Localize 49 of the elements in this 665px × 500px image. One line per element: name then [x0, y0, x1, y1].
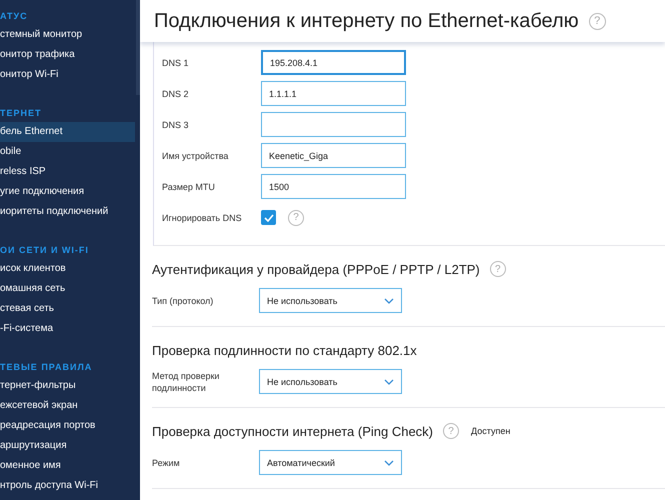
sidebar-item[interactable]: реадресация портов	[0, 416, 135, 436]
sidebar-item[interactable]: ежсетевой экран	[0, 396, 135, 416]
chevron-down-icon	[384, 298, 394, 304]
sidebar-item[interactable]: онитор Wi-Fi	[0, 65, 135, 85]
input-field[interactable]: 1500	[261, 174, 406, 199]
sidebar-item[interactable]: угие подключения	[0, 182, 135, 202]
field-label: DNS 1	[162, 56, 190, 68]
field-label: DNS 3	[162, 118, 190, 130]
field-label: Размер MTU	[162, 180, 216, 192]
sidebar-item[interactable]: бель Ethernet	[0, 122, 135, 142]
section-title: Аутентификация у провайдера (PPPoE / PPTP / L2TP)	[152, 262, 480, 276]
sidebar-item[interactable]: стевая сеть	[0, 299, 135, 319]
sidebar-item[interactable]: тернет-фильтры	[0, 376, 135, 396]
section-title: Проверка подлинности по стандарту 802.1x	[152, 342, 417, 358]
chevron-down-icon	[384, 378, 394, 384]
input-field[interactable]: Keenetic_Giga	[261, 143, 406, 168]
sidebar-section-title: ТЕРНЕТ	[0, 107, 43, 120]
sidebar-item[interactable]: онитор трафика	[0, 45, 135, 65]
input-field[interactable]: 1.1.1.1	[261, 81, 406, 106]
field-label: Режим	[152, 456, 181, 468]
sidebar-item[interactable]: reless ISP	[0, 162, 135, 182]
dropdown[interactable]: Не использовать	[259, 288, 402, 313]
sidebar-item[interactable]: оменное имя	[0, 456, 135, 476]
field-label: DNS 2	[162, 88, 190, 100]
field-label: Имя устройства	[162, 150, 230, 162]
chevron-down-icon	[384, 460, 394, 466]
sidebar-section-title: ОИ СЕТИ И WI-FI	[0, 244, 90, 257]
sidebar-item[interactable]: омашняя сеть	[0, 279, 135, 299]
sidebar-item[interactable]: нтроль доступа Wi-Fi	[0, 476, 135, 496]
input-field[interactable]	[261, 112, 406, 137]
checkbox[interactable]	[261, 210, 276, 225]
page-title: Подключения к интернету по Ethernet-кабелю	[154, 10, 579, 32]
sidebar-item[interactable]: -Fi-система	[0, 319, 135, 339]
sidebar-item[interactable]: obile	[0, 142, 135, 162]
sidebar-section-title: АТУС	[0, 10, 29, 23]
status-text: Доступен	[471, 426, 510, 436]
field-label: Метод проверки подлинности	[152, 370, 220, 394]
sidebar-item[interactable]: стемный монитор	[0, 25, 135, 45]
input-field[interactable]: 195.208.4.1	[261, 50, 406, 75]
checkmark-icon	[264, 214, 274, 222]
sidebar-item[interactable]: аршрутизация	[0, 436, 135, 456]
field-label: Тип (протокол)	[152, 294, 214, 306]
dropdown[interactable]: Автоматический	[259, 450, 402, 475]
sidebar-section-title: ТЕВЫЕ ПРАВИЛА	[0, 361, 94, 374]
dropdown[interactable]: Не использовать	[259, 369, 402, 394]
section-title: Проверка доступности интернета (Ping Check)	[152, 424, 434, 438]
sidebar-item[interactable]: исок клиентов	[0, 259, 135, 279]
field-label: Игнорировать DNS	[162, 212, 243, 224]
sidebar-item[interactable]: иоритеты подключений	[0, 202, 135, 222]
